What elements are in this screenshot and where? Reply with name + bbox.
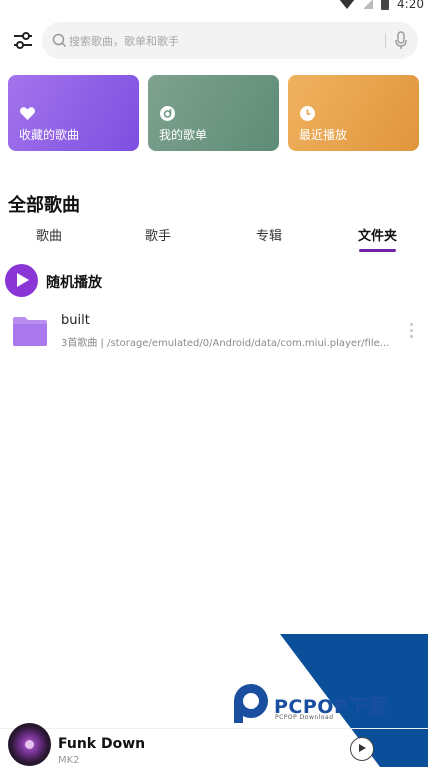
search-bar[interactable]: 搜索歌曲，歌单和歌手 [42,22,418,59]
search-icon [52,33,67,48]
playlist-disc-icon [160,106,175,121]
library-title: 全部歌曲 [8,195,80,216]
favorites-label: 收藏的歌曲 [19,128,80,142]
battery-icon [381,0,390,10]
microphone-icon[interactable] [394,31,408,50]
search-input[interactable]: 搜索歌曲，歌单和歌手 [69,33,179,49]
shuffle-play-label: 随机播放 [46,275,102,291]
tab-albums[interactable]: 专辑 [256,225,282,244]
now-playing-artist: MK2 [58,755,80,766]
tab-folders[interactable]: 文件夹 [358,225,397,244]
library-tabs: 歌曲 歌手 专辑 文件夹 [0,225,428,255]
album-art[interactable] [8,723,51,766]
pcpop-logo-icon [234,684,268,723]
my-playlists-card[interactable]: 我的歌单 [148,75,279,151]
list-item[interactable]: built 3首歌曲 | /storage/emulated/0/Android… [0,305,428,355]
tab-songs[interactable]: 歌曲 [36,225,62,244]
status-bar: 4:20 [0,0,428,14]
active-tab-indicator [359,249,396,252]
wifi-icon [339,0,356,9]
status-time: 4:20 [397,0,424,11]
filter-settings-icon[interactable] [12,31,34,51]
heart-icon [20,107,35,120]
top-bar: 搜索歌曲，歌单和歌手 [0,22,428,60]
mini-player[interactable]: Funk Down MK2 [0,723,428,767]
now-playing-title: Funk Down [58,736,146,752]
search-divider [385,33,386,48]
shuffle-play-icon[interactable] [5,264,38,297]
favorites-card[interactable]: 收藏的歌曲 [8,75,139,151]
recent-card[interactable]: 最近播放 [288,75,419,151]
clock-icon [300,106,315,121]
signal-icon [363,0,374,9]
folder-description: 3首歌曲 | /storage/emulated/0/Android/data/… [61,338,390,349]
more-options-icon[interactable] [410,323,414,339]
watermark-subtitle: PCPOP Download [275,714,334,721]
recent-label: 最近播放 [299,128,348,142]
play-button[interactable] [350,737,374,761]
player-divider [0,728,428,729]
folder-icon [13,317,47,346]
folder-name: built [61,313,90,328]
status-icons: 4:20 [339,0,424,12]
my-playlists-label: 我的歌单 [159,128,208,142]
shuffle-play-row[interactable]: 随机播放 [5,264,305,298]
tab-artists[interactable]: 歌手 [145,225,171,244]
